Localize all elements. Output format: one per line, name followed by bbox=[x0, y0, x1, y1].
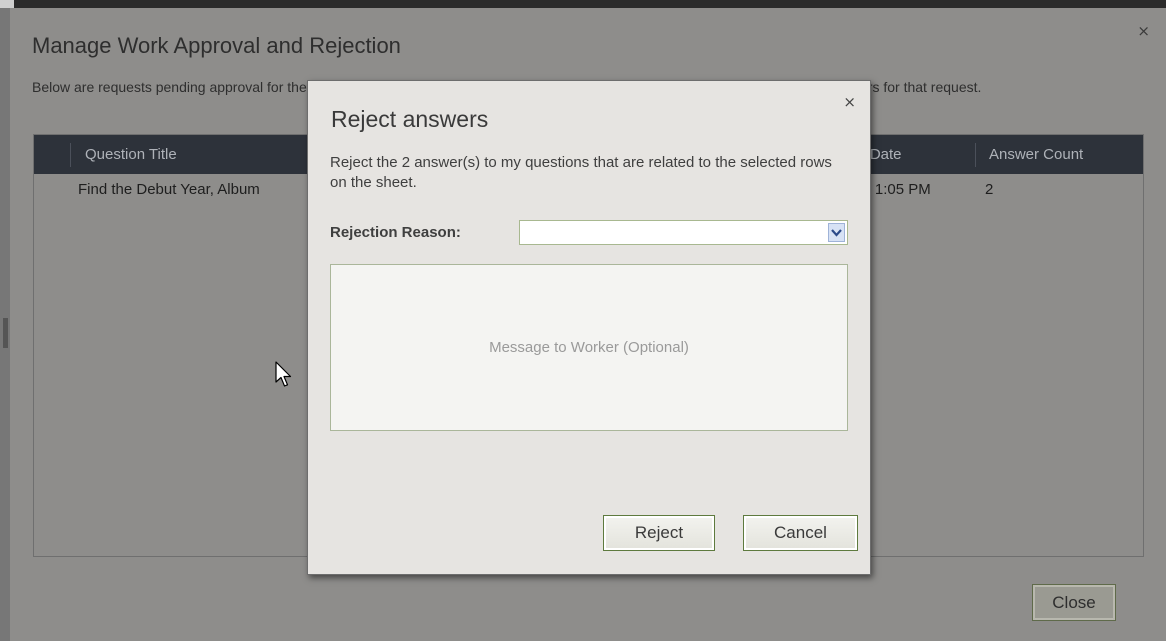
resize-handle[interactable] bbox=[3, 318, 8, 348]
dialog-title: Manage Work Approval and Rejection bbox=[32, 33, 401, 58]
message-to-worker-input[interactable]: Message to Worker (Optional) bbox=[330, 264, 848, 431]
modal-title: Reject answers bbox=[331, 106, 489, 132]
reject-answers-modal: × Reject answers Reject the 2 answer(s) … bbox=[307, 80, 871, 575]
message-placeholder: Message to Worker (Optional) bbox=[489, 339, 689, 356]
close-icon[interactable]: × bbox=[843, 93, 856, 111]
modal-description: Reject the 2 answer(s) to my questions t… bbox=[330, 154, 832, 191]
top-bar bbox=[0, 0, 1166, 8]
mouse-pointer-icon bbox=[275, 361, 292, 387]
rejection-reason-label: Rejection Reason: bbox=[330, 224, 461, 241]
dialog-close-icon[interactable]: × bbox=[1137, 22, 1150, 40]
rejection-reason-select[interactable] bbox=[519, 220, 848, 245]
column-separator bbox=[975, 143, 976, 167]
column-separator bbox=[70, 143, 71, 167]
column-header-question-title[interactable]: Question Title bbox=[85, 135, 177, 174]
cell-answer-count: 2 bbox=[985, 181, 994, 198]
close-button[interactable]: Close bbox=[1032, 584, 1116, 621]
cancel-button[interactable]: Cancel bbox=[743, 515, 858, 551]
top-bar-accent bbox=[0, 0, 14, 8]
reject-button[interactable]: Reject bbox=[603, 515, 715, 551]
column-header-answer-count[interactable]: Answer Count bbox=[989, 135, 1083, 174]
chevron-down-icon[interactable] bbox=[828, 223, 845, 242]
cell-question-title: Find the Debut Year, Album bbox=[78, 181, 260, 198]
